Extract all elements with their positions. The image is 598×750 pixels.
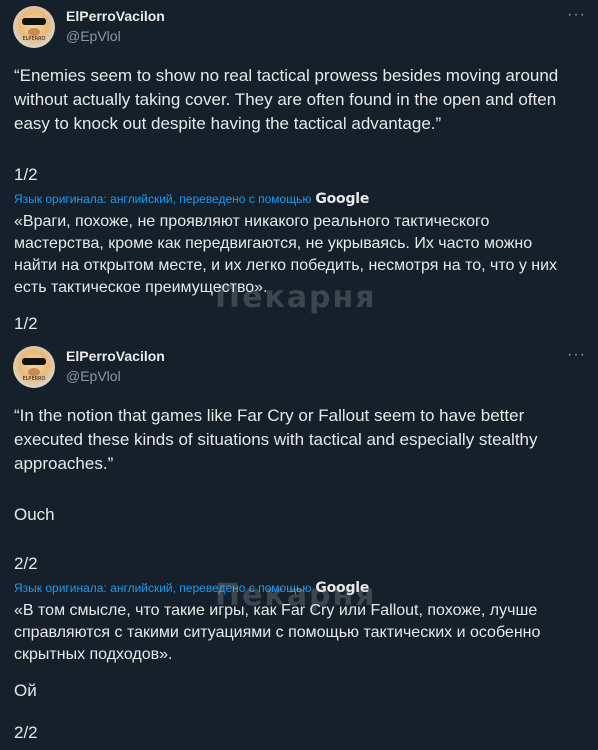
translation-attribution[interactable]: Язык оригинала: английский, переведено с… [14, 580, 369, 596]
tweet-original-text: “Enemies seem to show no real tactical p… [14, 66, 563, 133]
sunglasses-graphic [22, 18, 46, 25]
snout-graphic [28, 28, 40, 36]
display-name[interactable]: ElPerroVacilon [66, 8, 165, 24]
avatar[interactable]: ELPERRO [13, 346, 55, 388]
thread-counter-translated: 2/2 [14, 723, 38, 742]
google-logo: Google [315, 580, 370, 596]
more-options-icon[interactable]: ··· [567, 346, 586, 364]
display-name[interactable]: ElPerroVacilon [66, 348, 165, 364]
tweet-header: ELPERRO ElPerroVacilon @EpVlol ··· [0, 0, 598, 52]
avatar-caption: ELPERRO [22, 376, 46, 382]
tweet-translated-text: «Враги, похоже, не проявляют никакого ре… [14, 213, 562, 296]
google-logo: Google [315, 191, 370, 207]
avatar-caption: ELPERRO [22, 36, 46, 42]
tweet-1: ELPERRO ElPerroVacilon @EpVlol ··· “Enem… [0, 0, 598, 333]
tweet-header: ELPERRO ElPerroVacilon @EpVlol ··· [0, 340, 598, 392]
thread-counter: 1/2 [14, 165, 38, 184]
thread-counter-translated: 1/2 [14, 314, 38, 333]
tweet-original-text: “In the notion that games like Far Cry o… [14, 406, 543, 473]
tweet-translated-text: «В том смысле, что такие игры, как Far C… [14, 602, 545, 663]
translation-note: Язык оригинала: английский, переведено с… [14, 581, 312, 595]
tweet-extra-translated: Ой [14, 681, 37, 700]
sunglasses-graphic [22, 358, 46, 365]
user-handle[interactable]: @EpVlol [66, 368, 121, 384]
tweet-extra-text: Ouch [14, 505, 55, 524]
user-handle[interactable]: @EpVlol [66, 28, 121, 44]
translation-note: Язык оригинала: английский, переведено с… [14, 192, 312, 206]
avatar[interactable]: ELPERRO [13, 6, 55, 48]
tweet-2: ELPERRO ElPerroVacilon @EpVlol ··· “In t… [0, 340, 598, 742]
translation-attribution[interactable]: Язык оригинала: английский, переведено с… [14, 191, 369, 207]
snout-graphic [28, 368, 40, 376]
more-options-icon[interactable]: ··· [567, 6, 586, 24]
thread-counter: 2/2 [14, 554, 38, 573]
